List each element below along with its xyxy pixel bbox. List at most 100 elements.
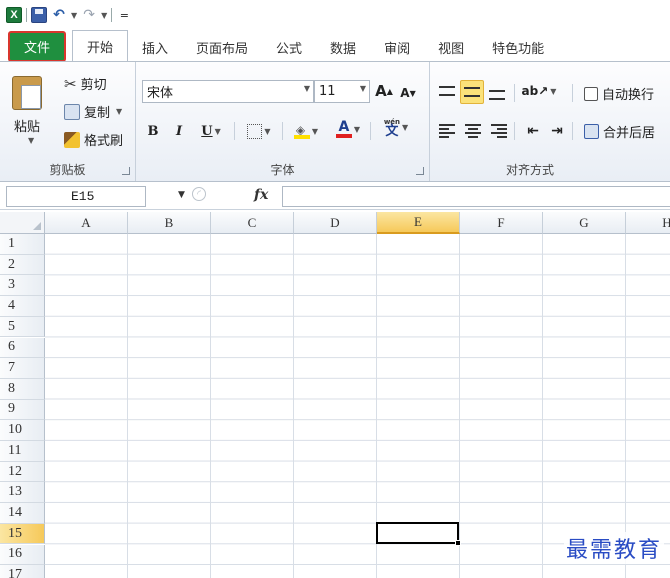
column-header[interactable]: H [626,212,670,234]
insert-function-button[interactable]: fx [254,187,268,203]
tab-formulas[interactable]: 公式 [262,32,316,62]
select-all-button[interactable] [0,212,45,234]
cut-button[interactable]: ✂ 剪切 [64,74,107,94]
font-size-combo[interactable]: 11 ▼ [314,80,370,103]
borders-button[interactable]: ▼ [242,120,276,142]
tab-home[interactable]: 开始 [72,30,128,62]
shrink-font-button[interactable]: A ▼ [398,82,418,104]
row-header[interactable]: 2 [0,254,45,276]
align-bottom-button[interactable] [486,84,508,106]
row-header[interactable]: 9 [0,399,45,421]
tab-page-layout[interactable]: 页面布局 [182,32,262,62]
chevron-down-icon: ▼ [303,84,310,93]
orientation-button[interactable]: ab↗ ▼ [522,80,557,102]
undo-icon[interactable]: ↶ [51,7,67,23]
fill-color-button[interactable]: ◈ ▼ [288,120,324,142]
paste-icon [12,76,42,110]
align-center-button[interactable] [462,120,484,142]
row-header[interactable]: 3 [0,275,45,297]
tab-review[interactable]: 审阅 [370,32,424,62]
column-header[interactable]: E [377,212,460,234]
cell-area[interactable] [45,234,670,578]
column-header[interactable]: C [211,212,294,234]
formula-bar: E15 ▼ ◜ fx [0,183,670,210]
font-color-button[interactable]: A ▼ [330,118,366,140]
row-header[interactable]: 1 [0,234,45,255]
row-header[interactable]: 17 [0,565,45,578]
column-header[interactable]: D [294,212,377,234]
clipboard-launcher-icon[interactable] [122,167,130,175]
tab-file[interactable]: 文件 [8,31,66,62]
copy-icon [64,103,80,120]
align-left-button[interactable] [436,120,458,142]
wrap-text-label: 自动换行 [602,88,655,103]
font-size-value: 11 [319,84,336,99]
customize-qat-icon[interactable]: = [116,7,132,23]
chevron-down-icon: ▼ [353,124,361,134]
name-box-dropdown-icon[interactable]: ▼ [178,190,185,200]
undo-dropdown-icon[interactable]: ▼ [71,11,77,20]
toolbar-separator [234,122,235,140]
phonetic-icon: wén 文 [384,117,400,138]
name-box[interactable]: E15 [6,186,146,207]
tab-data[interactable]: 数据 [316,32,370,62]
grow-arrow-icon: ▲ [386,86,393,96]
row-header[interactable]: 7 [0,358,45,379]
merge-center-button[interactable]: 合并后居 [584,122,655,141]
paste-dropdown-icon: ▼ [28,136,35,145]
row-header[interactable]: 5 [0,316,45,338]
underline-label: U [201,123,213,139]
row-header[interactable]: 16 [0,544,45,566]
qat-separator [26,8,27,22]
chevron-down-icon: ▼ [264,126,271,136]
row-header[interactable]: 6 [0,337,45,359]
fill-handle[interactable] [455,540,461,546]
quick-access-toolbar: X ↶ ▼ ↷ ▼ = [0,0,670,30]
row-header[interactable]: 4 [0,296,45,317]
align-top-button[interactable] [436,80,458,102]
row-header[interactable]: 8 [0,378,45,400]
align-right-button[interactable] [488,120,510,142]
tab-view[interactable]: 视图 [424,32,478,62]
phonetic-button[interactable]: wén 文 ▼ [378,116,414,138]
chevron-down-icon: ▼ [402,122,409,132]
decrease-indent-button[interactable]: ⇤ [522,120,544,142]
toolbar-separator [514,122,515,140]
font-color-letter: A [338,119,350,135]
format-painter-button[interactable]: 格式刷 [64,130,123,149]
column-header[interactable]: G [543,212,626,234]
font-color-icon: A [335,119,352,138]
italic-button[interactable]: I [170,120,188,142]
save-icon[interactable] [31,7,47,23]
wrap-text-button[interactable]: 自动换行 [584,84,654,103]
grow-font-button[interactable]: A ▲ [374,80,394,102]
row-header[interactable]: 12 [0,461,45,483]
row-header[interactable]: 13 [0,482,45,504]
formula-bar-resize-icon[interactable]: ◜ [192,187,206,201]
bold-button[interactable]: B [144,120,162,142]
row-header[interactable]: 10 [0,420,45,441]
formula-input[interactable] [282,186,670,207]
font-name-combo[interactable]: 宋体 ▼ [142,80,314,103]
paste-button[interactable]: 粘贴 ▼ [4,66,52,156]
active-cell-e15[interactable] [376,522,459,544]
row-header[interactable]: 15 [0,523,45,545]
row-header[interactable]: 14 [0,503,45,524]
redo-icon[interactable]: ↷ [81,7,97,23]
underline-button[interactable]: U ▼ [196,120,226,142]
increase-indent-button[interactable]: ⇥ [546,120,568,142]
column-header[interactable]: B [128,212,211,234]
row-header[interactable]: 11 [0,441,45,462]
excel-logo-icon: X [6,7,22,23]
align-middle-button[interactable] [460,80,484,104]
column-header[interactable]: A [45,212,128,234]
tab-insert[interactable]: 插入 [128,32,182,62]
column-header[interactable]: F [460,212,543,234]
chevron-down-icon: ▼ [550,86,557,96]
redo-dropdown-icon[interactable]: ▼ [101,11,107,20]
wrap-text-icon [584,86,598,101]
font-launcher-icon[interactable] [416,167,424,175]
tab-special[interactable]: 特色功能 [478,32,558,62]
watermark-text: 最需教育 [563,532,664,564]
copy-button[interactable]: 复制 ▼ [64,102,122,121]
